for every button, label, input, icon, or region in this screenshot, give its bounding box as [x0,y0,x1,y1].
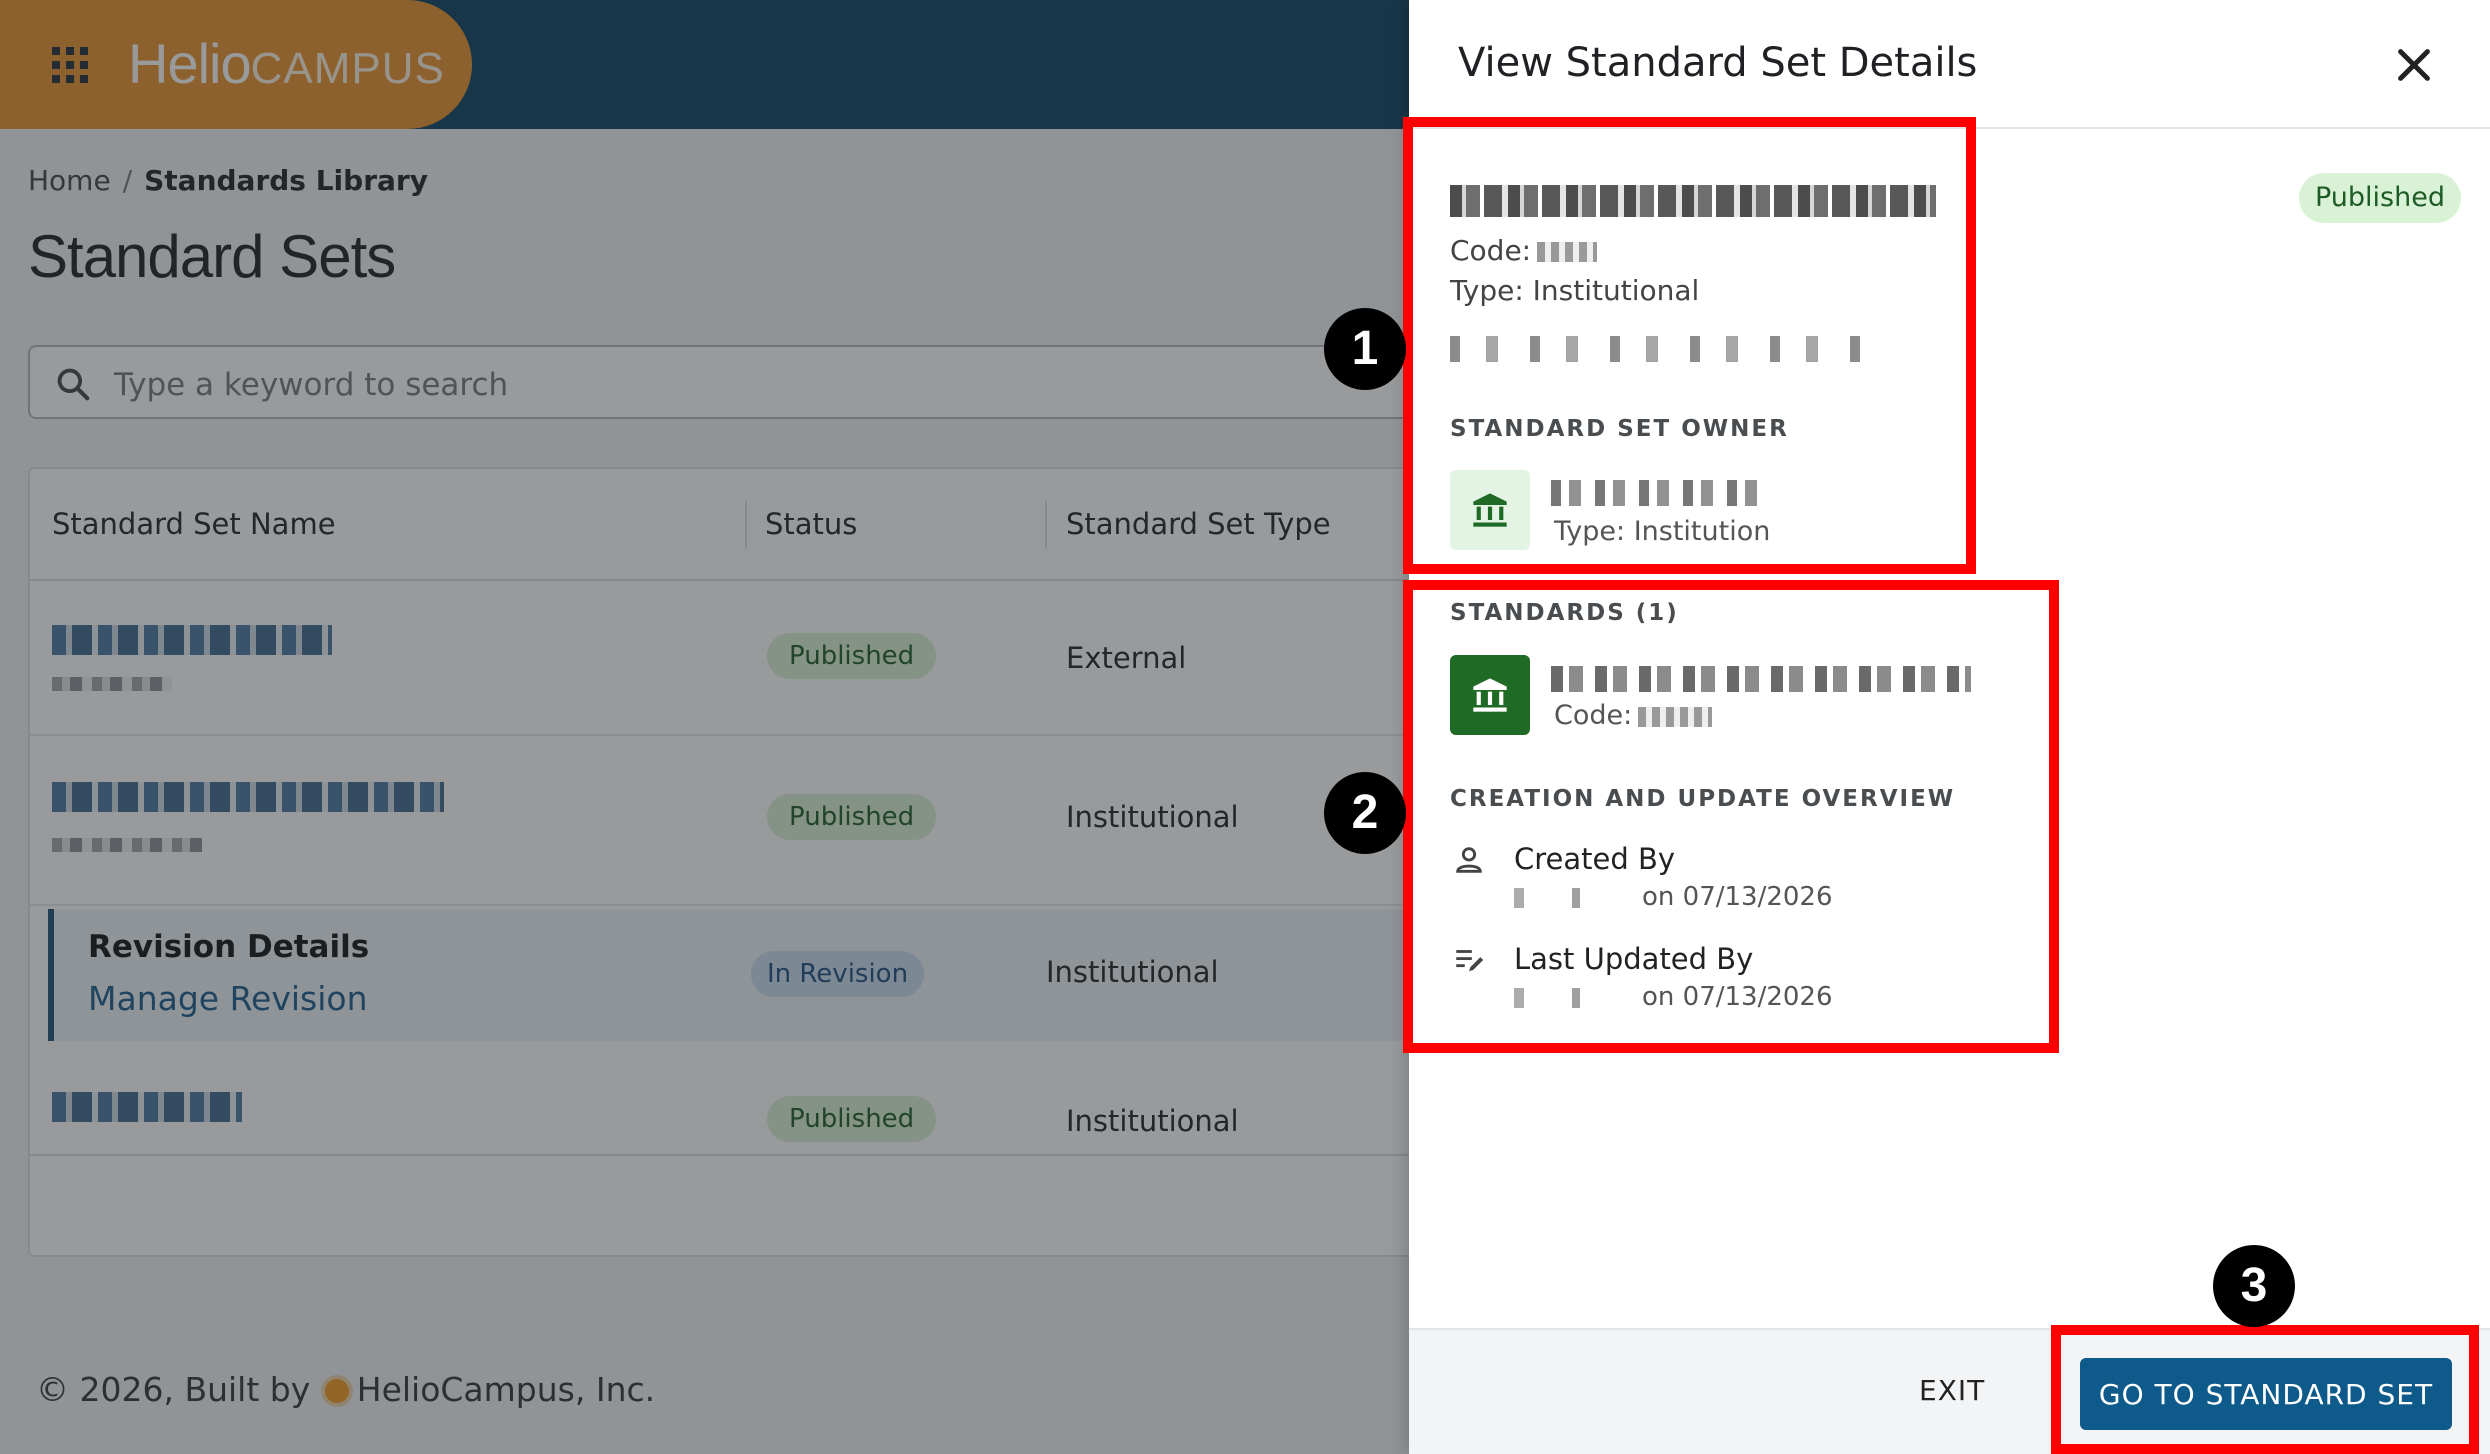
redacted-standard-name[interactable] [1551,666,1971,692]
redacted-code [1638,706,1713,727]
person-icon [1456,847,1482,873]
created-by-meta: on 07/13/2026 [1514,882,1833,912]
institution-icon [1450,470,1530,550]
edit-icon [1456,950,1484,972]
standard-code: Code: [1554,700,1713,731]
close-icon[interactable] [2391,42,2437,88]
redacted-description [1450,336,1886,362]
redacted-user [1514,887,1634,908]
owner-type: Type: Institution [1554,516,1771,547]
updated-by-label: Last Updated By [1514,942,1754,976]
code-label: Code: [1554,700,1633,731]
modal-scrim[interactable] [0,0,1409,1454]
drawer-footer: EXIT GO TO STANDARD SET [1409,1328,2490,1454]
updated-by-meta: on 07/13/2026 [1514,982,1833,1012]
set-type: Type: Institutional [1450,274,1700,307]
created-date: on 07/13/2026 [1642,882,1833,912]
background-app: HelioCAMPUS Home / Standards Library Stand… [0,0,1409,1454]
standards-section-label: STANDARDS (1) [1450,600,1679,626]
created-by-label: Created By [1514,842,1676,876]
overview-section-label: CREATION AND UPDATE OVERVIEW [1450,786,1956,812]
annotation-marker-3: 3 [2213,1245,2295,1327]
owner-section-label: STANDARD SET OWNER [1450,416,1789,442]
set-code: Code: [1450,234,1598,267]
go-to-standard-set-button[interactable]: GO TO STANDARD SET [2080,1358,2452,1430]
redacted-standard-set-name [1450,185,1936,217]
details-drawer: View Standard Set Details Published Code… [1409,0,2490,1454]
annotation-marker-2: 2 [1324,772,1406,854]
status-badge: Published [2299,173,2461,223]
redacted-user [1514,987,1634,1008]
code-label: Code: [1450,234,1532,267]
updated-date: on 07/13/2026 [1642,982,1833,1012]
redacted-code [1537,242,1598,262]
annotation-marker-1: 1 [1324,308,1406,390]
redacted-owner-name [1551,480,1769,506]
drawer-header: View Standard Set Details [1409,0,2490,129]
exit-button[interactable]: EXIT [1919,1374,1985,1407]
institution-icon [1450,655,1530,735]
drawer-title: View Standard Set Details [1458,40,1978,86]
